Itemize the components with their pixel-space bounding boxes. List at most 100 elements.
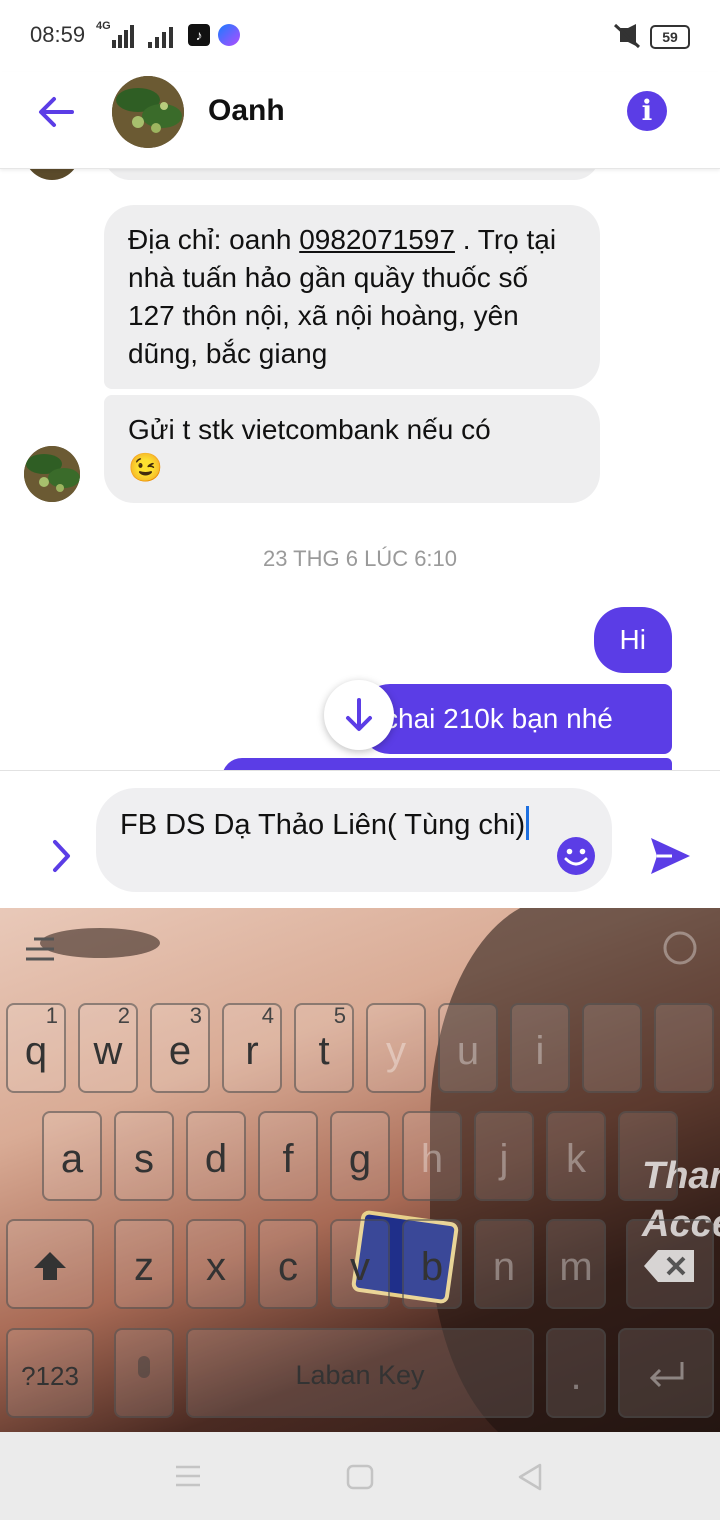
tiktok-icon: ♪ xyxy=(188,24,210,46)
key-v[interactable]: v xyxy=(330,1219,390,1309)
message-text: chai 210k bạn nhé xyxy=(384,703,613,734)
key-g[interactable]: g xyxy=(330,1111,390,1201)
key-label: e xyxy=(168,1029,192,1073)
key-t[interactable]: t5 xyxy=(294,1003,354,1093)
key-b[interactable]: b xyxy=(402,1219,462,1309)
key-i[interactable]: i xyxy=(510,1003,570,1093)
key-j[interactable]: j xyxy=(474,1111,534,1201)
wink-emoji: 😉 xyxy=(128,452,163,483)
key-e[interactable]: e3 xyxy=(150,1003,210,1093)
message-text: Gửi t stk vietcombank nếu có xyxy=(128,414,491,445)
info-button[interactable]: i xyxy=(627,91,667,131)
back-nav-icon[interactable] xyxy=(516,1462,544,1492)
shift-key[interactable] xyxy=(6,1219,94,1309)
contact-avatar[interactable] xyxy=(112,76,184,148)
key-m[interactable]: m xyxy=(546,1219,606,1309)
key-label: a xyxy=(60,1137,84,1181)
key-blank[interactable] xyxy=(582,1003,642,1093)
key-label: ?123 xyxy=(21,1361,79,1391)
smiley-icon[interactable] xyxy=(556,836,596,876)
period-key[interactable]: . xyxy=(546,1328,606,1418)
key-label: k xyxy=(566,1137,586,1181)
backspace-icon xyxy=(644,1250,694,1282)
previous-message-bubble[interactable] xyxy=(104,168,600,180)
key-c[interactable]: c xyxy=(258,1219,318,1309)
text-cursor xyxy=(526,806,530,840)
key-s[interactable]: s xyxy=(114,1111,174,1201)
key-u[interactable]: u xyxy=(438,1003,498,1093)
key-z[interactable]: z xyxy=(114,1219,174,1309)
key-a[interactable]: a xyxy=(42,1111,102,1201)
key-label: g xyxy=(348,1137,372,1181)
enter-key[interactable] xyxy=(618,1328,714,1418)
key-label: i xyxy=(535,1029,545,1073)
back-button[interactable] xyxy=(36,92,76,132)
menu-icon[interactable] xyxy=(24,936,56,962)
key-blank[interactable] xyxy=(654,1003,714,1093)
key-number-hint: 4 xyxy=(261,1003,274,1028)
emoji-keyboard-icon[interactable] xyxy=(662,930,698,966)
key-label: n xyxy=(492,1245,516,1289)
outgoing-message-partial[interactable] xyxy=(222,758,672,770)
chat-area[interactable]: Địa chỉ: oanh 0982071597 . Trọ tại nhà t… xyxy=(0,168,720,770)
key-label: h xyxy=(420,1137,444,1181)
key-q[interactable]: q1 xyxy=(6,1003,66,1093)
draft-text: FB DS Dạ Thảo Liên( Tùng chi) xyxy=(120,809,526,841)
scroll-to-bottom-button[interactable] xyxy=(324,680,394,750)
wallpaper-eye xyxy=(40,928,160,958)
key-h[interactable]: h xyxy=(402,1111,462,1201)
message-text: Hi xyxy=(619,624,646,655)
space-key[interactable]: Laban Key xyxy=(186,1328,534,1418)
messenger-icon xyxy=(218,24,240,46)
key-y[interactable]: y xyxy=(366,1003,426,1093)
phone-link[interactable]: 0982071597 xyxy=(299,224,455,255)
key-number-hint: 1 xyxy=(45,1003,58,1028)
info-icon: i xyxy=(641,94,653,127)
status-time: 08:59 xyxy=(30,22,86,47)
key-label: z xyxy=(134,1245,154,1289)
shift-icon xyxy=(34,1252,66,1280)
chevron-right-icon[interactable] xyxy=(48,836,76,876)
microphone-icon xyxy=(138,1356,150,1378)
outgoing-message[interactable]: chai 210k bạn nhé xyxy=(360,684,672,754)
backspace-key[interactable] xyxy=(626,1219,714,1309)
battery-level: 59 xyxy=(662,29,678,45)
send-icon[interactable] xyxy=(648,834,692,878)
key-d[interactable]: d xyxy=(186,1111,246,1201)
key-blank[interactable] xyxy=(618,1111,678,1201)
key-n[interactable]: n xyxy=(474,1219,534,1309)
status-bar: 08:59 4G ♪ 59 xyxy=(0,0,720,72)
incoming-message[interactable]: Gửi t stk vietcombank nếu có 😉 xyxy=(104,395,600,503)
key-f[interactable]: f xyxy=(258,1111,318,1201)
symbols-key[interactable]: ?123 xyxy=(6,1328,94,1418)
key-label: r xyxy=(245,1029,259,1073)
key-number-hint: 5 xyxy=(333,1003,346,1028)
key-label: w xyxy=(93,1029,123,1073)
key-r[interactable]: r4 xyxy=(222,1003,282,1093)
message-text: Địa chỉ: oanh xyxy=(128,224,300,255)
key-label: d xyxy=(204,1137,228,1181)
home-icon[interactable] xyxy=(346,1464,374,1490)
sender-avatar-previous xyxy=(24,168,80,180)
key-label: j xyxy=(499,1137,509,1181)
space-key-label: Laban Key xyxy=(295,1360,425,1390)
incoming-message[interactable]: Địa chỉ: oanh 0982071597 . Trọ tại nhà t… xyxy=(104,205,600,389)
key-w[interactable]: w2 xyxy=(78,1003,138,1093)
key-label: t xyxy=(318,1029,330,1073)
signal-icon: 4G xyxy=(96,20,144,48)
key-number-hint: 2 xyxy=(117,1003,130,1028)
outgoing-message[interactable]: Hi xyxy=(593,607,672,673)
key-label: u xyxy=(456,1029,480,1073)
contact-name[interactable]: Oanh xyxy=(208,94,285,128)
key-number-hint: 3 xyxy=(189,1003,202,1028)
signal-icon-2 xyxy=(148,26,180,48)
voice-key[interactable] xyxy=(114,1328,174,1418)
message-input-text[interactable]: FB DS Dạ Thảo Liên( Tùng chi) xyxy=(120,806,540,843)
key-x[interactable]: x xyxy=(186,1219,246,1309)
avatar-image xyxy=(24,446,80,502)
key-k[interactable]: k xyxy=(546,1111,606,1201)
navigation-bar xyxy=(0,1432,720,1520)
sender-avatar[interactable] xyxy=(24,446,80,502)
key-label: s xyxy=(134,1137,154,1181)
recent-apps-icon[interactable] xyxy=(174,1464,202,1488)
